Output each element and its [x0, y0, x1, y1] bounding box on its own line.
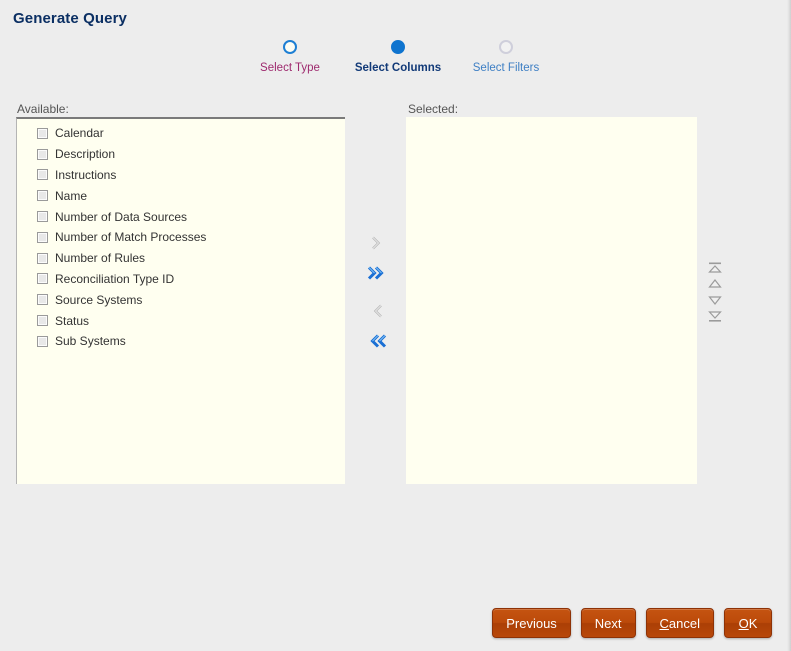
ok-button-label: K — [748, 615, 758, 631]
previous-button-label: Previous — [506, 615, 557, 631]
checkbox-icon[interactable] — [37, 190, 48, 202]
cancel-button-label: ancel — [668, 615, 700, 631]
available-column-item-label: Calendar — [55, 126, 104, 141]
checkbox-icon[interactable] — [37, 211, 48, 223]
ok-button[interactable]: OK — [724, 608, 772, 638]
move-to-bottom-icon — [708, 311, 722, 322]
reorder-button-group — [704, 260, 726, 324]
checkbox-icon[interactable] — [37, 252, 48, 264]
previous-button[interactable]: Previous — [492, 608, 571, 638]
available-column-item-label: Number of Match Processes — [55, 230, 207, 245]
step-select-type[interactable]: Select Type — [230, 40, 350, 75]
move-to-bottom-button[interactable] — [704, 308, 726, 324]
transfer-button-group — [362, 228, 392, 356]
move-right-icon — [372, 236, 381, 250]
step-label: Select Columns — [354, 62, 442, 74]
checkbox-icon[interactable] — [37, 315, 48, 327]
move-all-left-icon — [370, 334, 387, 348]
page-edge-shadow — [787, 0, 791, 651]
move-all-right-icon — [367, 266, 384, 280]
selected-columns-list[interactable] — [406, 117, 697, 484]
ok-button-mnemonic: O — [738, 615, 749, 631]
move-down-button[interactable] — [704, 292, 726, 308]
available-column-item-label: Sub Systems — [55, 334, 126, 349]
next-button-label: Next — [594, 615, 622, 631]
step-label: Select Type — [260, 62, 320, 74]
available-column-item[interactable]: Source Systems — [17, 289, 345, 310]
step-select-columns[interactable]: Select Columns — [338, 40, 458, 75]
move-left-icon — [373, 304, 382, 318]
available-column-item-label: Number of Rules — [55, 251, 146, 266]
available-column-item[interactable]: Calendar — [17, 123, 345, 144]
page-title: Generate Query — [13, 10, 127, 27]
move-up-button[interactable] — [704, 276, 726, 292]
checkbox-icon[interactable] — [37, 169, 48, 181]
available-column-item[interactable]: Status — [17, 310, 345, 331]
available-column-item-label: Description — [55, 147, 116, 162]
available-column-item[interactable]: Number of Data Sources — [17, 206, 345, 227]
checkbox-icon[interactable] — [37, 294, 48, 306]
move-to-top-icon — [708, 262, 722, 273]
available-column-item-label: Number of Data Sources — [55, 209, 188, 224]
available-column-item-label: Instructions — [55, 167, 117, 182]
selected-list-caption: Selected: — [408, 102, 459, 116]
checkbox-icon[interactable] — [37, 273, 48, 285]
move-right-button[interactable] — [362, 228, 392, 258]
step-circle-filled-icon — [391, 40, 405, 54]
available-column-item-label: Name — [55, 188, 88, 203]
available-column-item[interactable]: Reconciliation Type ID — [17, 269, 345, 290]
dialog-action-buttons: Previous Next Cancel OK — [492, 608, 772, 638]
available-column-item[interactable]: Instructions — [17, 165, 345, 186]
move-all-right-button[interactable] — [362, 258, 392, 288]
cancel-button[interactable]: Cancel — [645, 608, 714, 638]
wizard-stepper: Select Type Select Columns Select Filter… — [230, 40, 590, 98]
step-select-filters[interactable]: Select Filters — [446, 40, 566, 75]
available-column-item[interactable]: Number of Rules — [17, 248, 345, 269]
step-circle-outline-icon — [283, 40, 297, 54]
step-circle-outline-icon — [499, 40, 513, 54]
available-column-item-label: Source Systems — [55, 292, 143, 307]
available-column-item-label: Status — [55, 313, 90, 328]
cancel-button-mnemonic: C — [659, 615, 669, 631]
move-up-icon — [708, 279, 722, 288]
next-button[interactable]: Next — [580, 608, 636, 638]
move-all-left-button[interactable] — [362, 326, 392, 356]
checkbox-icon[interactable] — [37, 148, 48, 160]
available-column-item[interactable]: Description — [17, 144, 345, 165]
available-column-item[interactable]: Name — [17, 185, 345, 206]
available-column-item[interactable]: Sub Systems — [17, 331, 345, 352]
available-list-caption: Available: — [17, 102, 69, 116]
checkbox-icon[interactable] — [37, 335, 48, 347]
move-left-button[interactable] — [362, 296, 392, 326]
available-column-item[interactable]: Number of Match Processes — [17, 227, 345, 248]
checkbox-icon[interactable] — [37, 231, 48, 243]
available-column-item-label: Reconciliation Type ID — [55, 271, 175, 286]
move-down-icon — [708, 296, 722, 305]
checkbox-icon[interactable] — [37, 127, 48, 139]
available-columns-list[interactable]: Calendar Description Instructions Name Numbe… — [16, 117, 345, 484]
move-to-top-button[interactable] — [704, 260, 726, 276]
step-label: Select Filters — [472, 62, 540, 74]
